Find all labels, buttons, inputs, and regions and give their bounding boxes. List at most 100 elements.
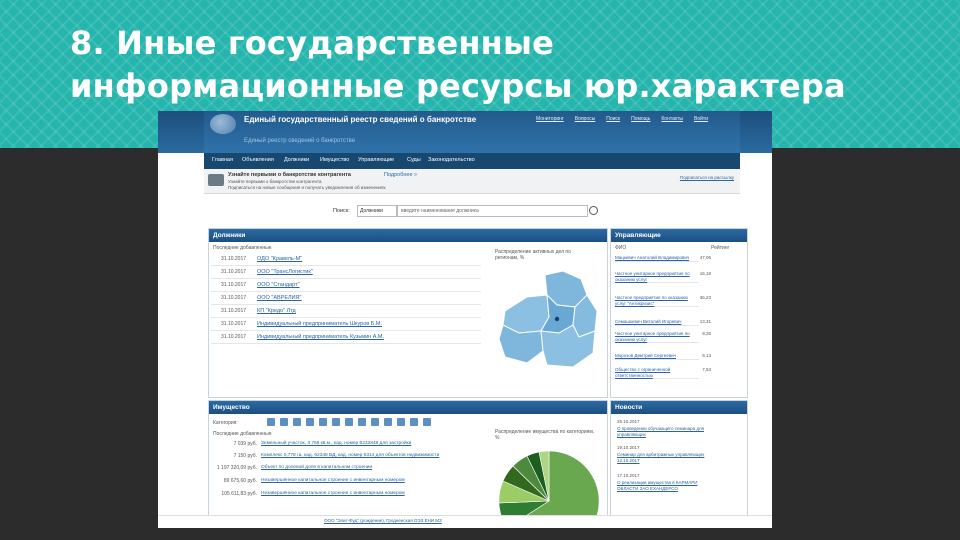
nav-item-managers[interactable]: Управляющие	[358, 157, 394, 163]
main-nav: Главная Объявления Должники Имущество Уп…	[204, 153, 740, 169]
banner-more-link[interactable]: Подробнее »	[384, 172, 417, 178]
property-row[interactable]: 7 150 руб. Комплекс 0,778 га, кад. 62348 …	[211, 453, 481, 462]
top-link-search[interactable]: Поиск	[606, 116, 620, 122]
debtor-date: 31.10.2017	[221, 308, 247, 314]
top-link-contacts[interactable]: Контакты	[661, 116, 683, 122]
property-row[interactable]: 1 197 320,09 руб. Объект по долевой доле …	[211, 465, 481, 474]
manager-row[interactable]: Частное унитарное предприятие по оказани…	[615, 331, 711, 343]
property-pie-chart[interactable]	[497, 445, 607, 525]
banner-line-3: Подписаться на новые сообщения и получат…	[228, 185, 386, 190]
category-filter-icon[interactable]	[397, 418, 405, 426]
property-price: 7 039 руб.	[233, 441, 257, 447]
category-building-icon[interactable]	[267, 418, 275, 426]
manager-rating: 9,26	[702, 331, 711, 336]
category-phone-icon[interactable]	[345, 418, 353, 426]
top-link-questions[interactable]: Вопросы	[575, 116, 595, 122]
debtor-row[interactable]: 31.10.2017 КП "Кредо" Лтд	[211, 305, 481, 318]
category-other-icon[interactable]	[423, 418, 431, 426]
category-tractor-icon[interactable]	[332, 418, 340, 426]
top-link-login[interactable]: Войти	[694, 116, 708, 122]
debtors-heading[interactable]: Должники	[209, 229, 607, 242]
region-map[interactable]	[497, 267, 601, 377]
debtors-recent-label: Последние добавленные	[213, 245, 272, 251]
manager-row[interactable]: Частное унитарное предприятие по оказани…	[615, 271, 711, 283]
debtor-name[interactable]: Индивидуальный предприниматель Шкуров Б.…	[257, 321, 382, 327]
search-bar: Поиск: Должники введите наименование дол…	[333, 205, 599, 217]
property-chart-label: Распределение имущества по категориям, %	[495, 429, 595, 441]
top-link-help[interactable]: Помощь	[631, 116, 650, 122]
category-equipment-icon[interactable]	[319, 418, 327, 426]
managers-heading[interactable]: Управляющие	[611, 229, 747, 242]
debtor-row[interactable]: 31.10.2017 ОДО "Кравель-М"	[211, 253, 481, 266]
property-price: 89 675,60 руб.	[223, 478, 257, 484]
category-shares-icon[interactable]	[410, 418, 418, 426]
top-link-monitoring[interactable]: Мониторинг	[536, 116, 564, 122]
nav-item-property[interactable]: Имущество	[320, 157, 349, 163]
news-heading[interactable]: Новости	[611, 401, 747, 414]
debtor-row[interactable]: 31.10.2017 ООО "АВРЕЛИЯ"	[211, 292, 481, 305]
category-truck-icon[interactable]	[358, 418, 366, 426]
category-house-icon[interactable]	[280, 418, 288, 426]
news-title[interactable]: О реализации имущества в КАРМАРИ ОБЛАСТИ…	[617, 480, 713, 491]
property-name[interactable]: Незавершённое капитальное строение с инв…	[261, 491, 405, 496]
manager-name[interactable]: Частное унитарное предприятие по оказани…	[615, 331, 699, 342]
manager-name[interactable]: Частное предприятие по оказанию услуг "А…	[615, 295, 699, 306]
property-recent-label: Последние добавленные	[213, 431, 272, 437]
manager-name[interactable]: Общество с ограниченной ответственностью	[615, 367, 699, 378]
manager-row[interactable]: Семашкевич Виталий Игоревич 13,31	[615, 319, 711, 326]
property-name[interactable]: Комплекс 0,778 га, кад. 62348 ВД, кад. н…	[261, 453, 439, 458]
search-icon[interactable]	[589, 206, 598, 215]
manager-name[interactable]: Частное унитарное предприятие по оказани…	[615, 271, 699, 282]
site-title[interactable]: Единый государственный реестр сведений о…	[244, 115, 476, 124]
nav-item-announcements[interactable]: Объявления	[242, 157, 274, 163]
debtor-date: 31.10.2017	[221, 269, 247, 275]
manager-name[interactable]: Семашкевич Виталий Игоревич	[615, 319, 699, 325]
emblem-icon[interactable]	[210, 114, 236, 134]
property-row[interactable]: 7 039 руб. Земельный участок, 3 768 кв.м.…	[211, 441, 481, 450]
property-heading[interactable]: Имущество	[209, 401, 607, 414]
manager-row[interactable]: Общество с ограниченной ответственностью…	[615, 367, 711, 379]
search-input[interactable]: введите наименование должника	[397, 205, 588, 217]
slide-title-line-2: информационные ресурсы юр.характера	[70, 67, 846, 105]
mail-icon	[208, 174, 224, 186]
debtor-name[interactable]: Индивидуальный предприниматель Кузьмин А…	[257, 334, 384, 340]
debtor-name[interactable]: ОДО "Кравель-М"	[257, 256, 302, 262]
manager-row[interactable]: Морозов Дмитрий Сергеевич 9,13	[615, 353, 711, 360]
debtor-name[interactable]: ООО "АВРЕЛИЯ"	[257, 295, 301, 301]
category-land-icon[interactable]	[293, 418, 301, 426]
debtor-date: 31.10.2017	[221, 282, 247, 288]
nav-item-legislation[interactable]: Законодательство	[428, 157, 475, 163]
nav-item-courts[interactable]: Суды	[407, 157, 421, 163]
debtor-name[interactable]: ООО "Стандарт"	[257, 282, 300, 288]
banner-line-2: Узнайте первыми о банкротстве контрагент…	[228, 179, 322, 184]
category-camera-icon[interactable]	[384, 418, 392, 426]
map-capital-marker	[554, 316, 560, 322]
subscribe-link[interactable]: Подписаться на рассылку	[680, 175, 734, 181]
manager-row[interactable]: Частное предприятие по оказанию услуг "А…	[615, 295, 711, 307]
footer-link[interactable]: ООО "Элит-Фуд" (рождение), Гродненская О…	[324, 518, 442, 523]
news-title[interactable]: О проведении обучающего семинара для упр…	[617, 426, 713, 437]
slide-title: 8. Иные государственные информационные р…	[70, 22, 846, 108]
debtor-row[interactable]: 31.10.2017 ООО "ТрансЛогистик"	[211, 266, 481, 279]
website-screenshot: Единый государственный реестр сведений о…	[158, 111, 772, 528]
search-scope-select[interactable]: Должники	[357, 205, 397, 217]
debtor-name[interactable]: ООО "ТрансЛогистик"	[257, 269, 313, 275]
debtor-row[interactable]: 31.10.2017 ООО "Стандарт"	[211, 279, 481, 292]
category-furniture-icon[interactable]	[371, 418, 379, 426]
debtor-row[interactable]: 31.10.2017 Индивидуальный предприниматель…	[211, 331, 481, 344]
manager-name[interactable]: Морозов Дмитрий Сергеевич	[615, 353, 699, 359]
news-title[interactable]: Семинар для арбитражных управляющих 12.1…	[617, 452, 713, 463]
nav-item-debtors[interactable]: Должники	[284, 157, 309, 163]
debtor-name[interactable]: КП "Кредо" Лтд	[257, 308, 296, 314]
manager-name[interactable]: Мацкевич Анатолий Владимирович	[615, 255, 699, 261]
debtor-row[interactable]: 31.10.2017 Индивидуальный предприниматель…	[211, 318, 481, 331]
property-name[interactable]: Земельный участок, 3 768 кв.м., кад. ном…	[261, 441, 411, 446]
property-row[interactable]: 105 611,83 руб. Незавершённое капитальное…	[211, 491, 481, 500]
debtor-date: 31.10.2017	[221, 256, 247, 262]
property-name[interactable]: Незавершённое капитальное строение с инв…	[261, 478, 405, 483]
nav-item-home[interactable]: Главная	[212, 157, 233, 163]
property-name[interactable]: Объект по долевой доле в капитальном стр…	[261, 465, 372, 470]
manager-row[interactable]: Мацкевич Анатолий Владимирович 47,06	[615, 255, 711, 262]
property-row[interactable]: 89 675,60 руб. Незавершённое капитальное …	[211, 478, 481, 487]
category-car-icon[interactable]	[306, 418, 314, 426]
